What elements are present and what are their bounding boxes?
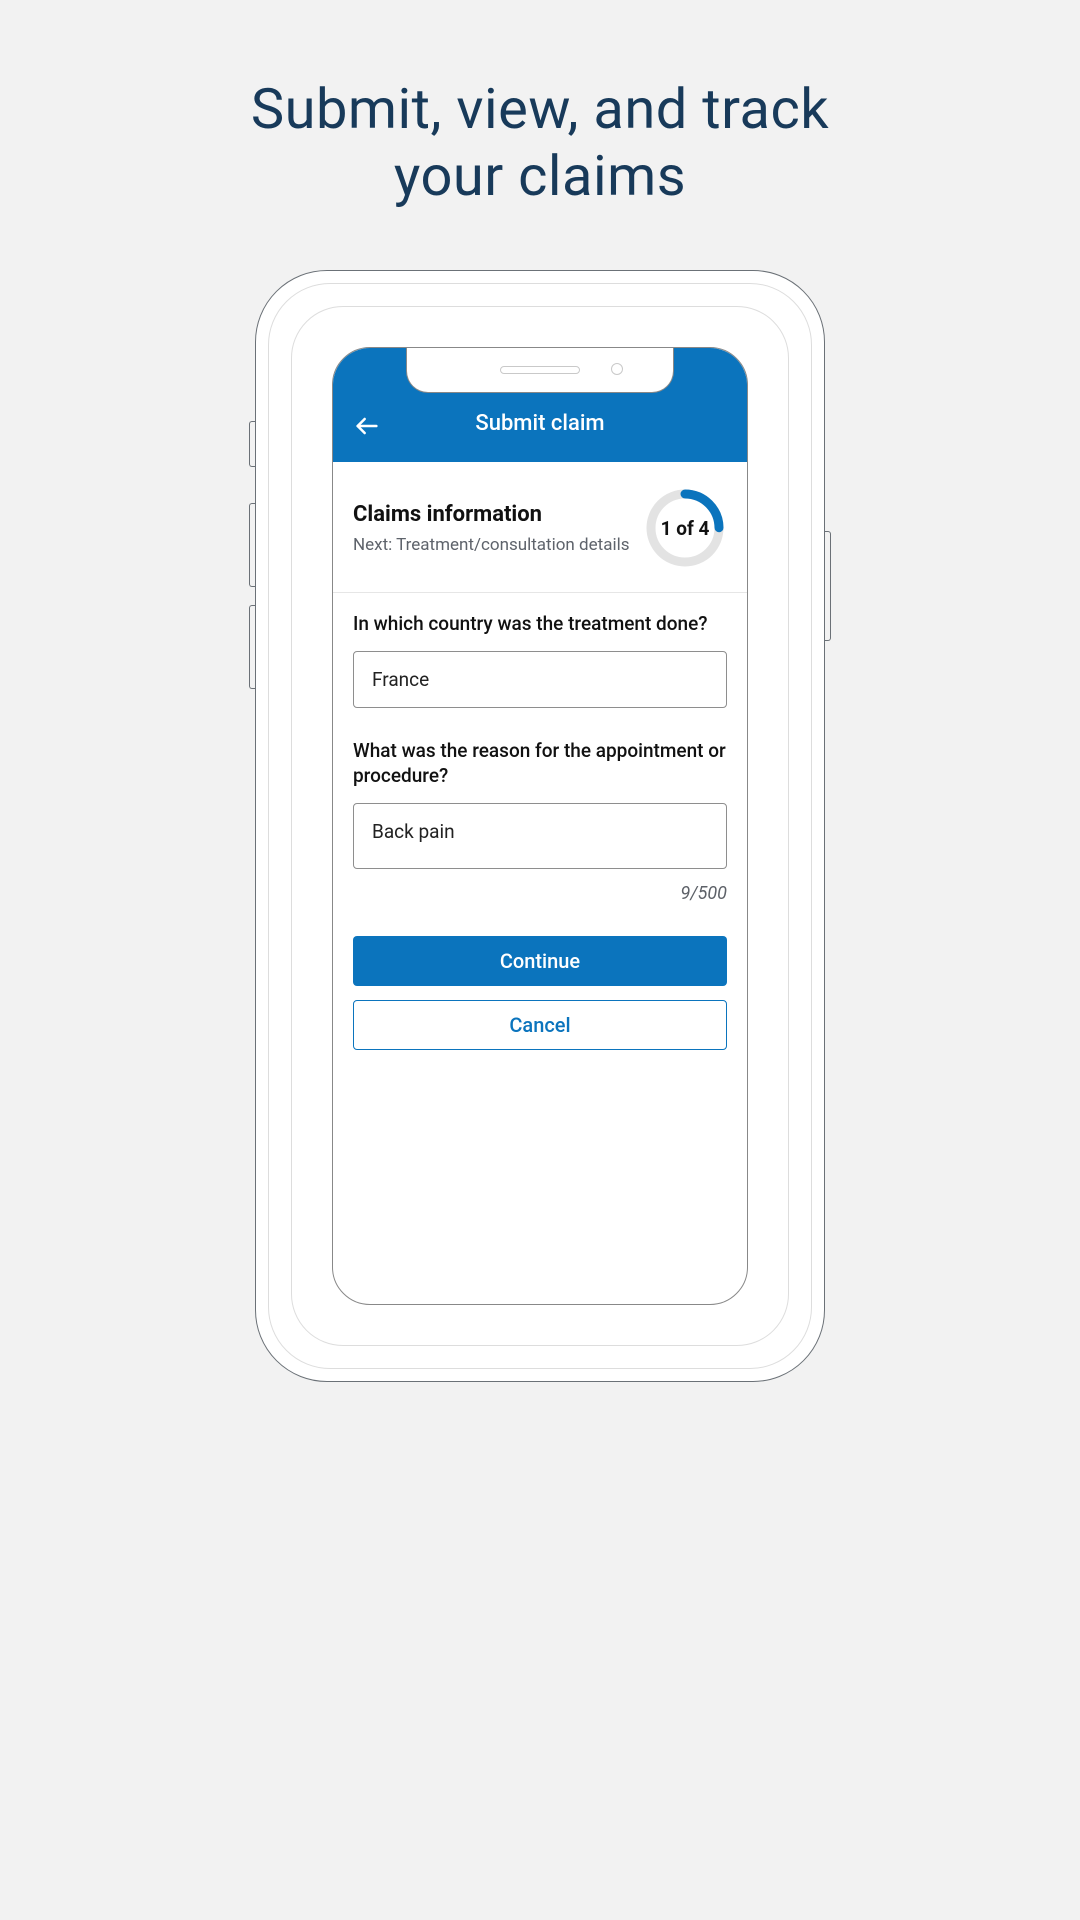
phone-power-button [825, 531, 831, 641]
phone-camera [611, 363, 623, 375]
phone-frame: Submit claim Claims information Next: Tr… [255, 270, 825, 1382]
reason-question-label: What was the reason for the appointment … [353, 738, 727, 789]
phone-volume-down [249, 605, 255, 689]
page-title: Submit claim [475, 411, 604, 436]
phone-speaker [500, 366, 580, 374]
country-question-label: In which country was the treatment done? [353, 611, 727, 637]
app-screen: Submit claim Claims information Next: Tr… [332, 347, 748, 1305]
cancel-button[interactable]: Cancel [353, 1000, 727, 1050]
phone-mute-switch [249, 421, 255, 467]
phone-notch [406, 347, 674, 393]
progress-step-text: 1 of 4 [643, 486, 727, 570]
continue-button[interactable]: Continue [353, 936, 727, 986]
progress-section: Claims information Next: Treatment/consu… [333, 462, 747, 593]
hero-line-2: your claims [0, 143, 1080, 210]
back-arrow-icon[interactable] [353, 412, 381, 440]
hero-line-1: Submit, view, and track [0, 76, 1080, 143]
progress-ring: 1 of 4 [643, 486, 727, 570]
phone-volume-up [249, 503, 255, 587]
country-input[interactable] [353, 651, 727, 708]
reason-input[interactable] [353, 803, 727, 869]
char-counter: 9/500 [353, 883, 727, 904]
section-heading: Claims information [353, 502, 631, 527]
claim-form: In which country was the treatment done?… [333, 593, 747, 1050]
hero-title: Submit, view, and track your claims [0, 0, 1080, 210]
next-step-label: Next: Treatment/consultation details [353, 535, 631, 555]
